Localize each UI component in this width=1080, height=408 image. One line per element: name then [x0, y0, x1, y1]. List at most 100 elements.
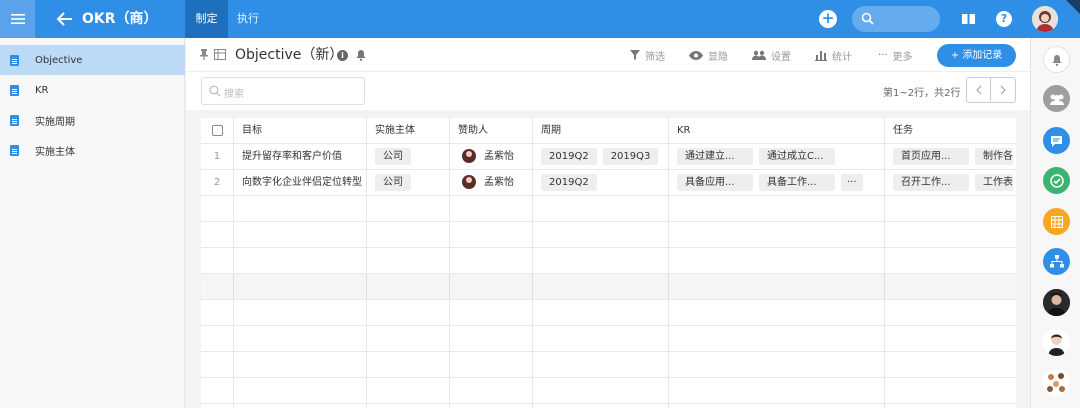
pagination-info: 第1~2行，共2行 — [883, 88, 961, 99]
sidebar-item-objective[interactable]: Objective — [0, 45, 185, 75]
entity-cell[interactable]: 公司 — [367, 170, 450, 196]
document-icon — [10, 84, 19, 96]
document-icon — [10, 54, 19, 66]
kr-cell[interactable]: 通过建立... 通过成立C... — [669, 144, 885, 170]
task-tag: 首页应用... — [893, 147, 969, 165]
column-header-entity[interactable]: 实施主体 — [367, 118, 450, 144]
highlighted-row — [201, 274, 1016, 299]
help-icon[interactable]: ? — [996, 11, 1012, 27]
document-icon — [10, 144, 19, 156]
menu-button[interactable] — [0, 0, 35, 38]
kr-cell[interactable]: 具备应用... 具备工作... ··· — [669, 170, 885, 196]
sponsor-name: 孟紫怡 — [484, 177, 514, 188]
info-icon[interactable]: i — [337, 50, 348, 61]
period-tag: 2019Q2 — [541, 147, 597, 165]
tab-execute[interactable]: 执行 — [228, 0, 268, 38]
notification-button[interactable] — [1043, 46, 1070, 73]
select-all-cell — [201, 118, 234, 144]
search-input[interactable]: 搜索 — [201, 77, 365, 105]
sidebar-item-kr[interactable]: KR — [0, 75, 185, 105]
show-hide-button[interactable]: 显隐 — [689, 48, 728, 63]
column-header-goal[interactable]: 目标 — [234, 118, 367, 144]
tab-design[interactable]: 制定 — [185, 0, 228, 38]
main-panel: Objective（新） i 筛选 显隐 设置 统计 ··· 更多 + 添加记录… — [186, 38, 1030, 408]
sidebar: Objective KR 实施周期 实施主体 — [0, 38, 185, 408]
stats-label: 统计 — [832, 51, 852, 63]
more-label: 更多 — [892, 51, 913, 63]
show-hide-label: 显隐 — [708, 51, 728, 63]
users-settings-icon — [752, 50, 766, 60]
contact-avatar[interactable] — [1043, 329, 1070, 356]
task-tag: 工作表 — [975, 173, 1013, 191]
chat-button[interactable] — [1043, 127, 1070, 154]
task-tag: 召开工作... — [893, 173, 969, 191]
search-placeholder: 搜索 — [224, 89, 244, 100]
kr-more-tag[interactable]: ··· — [841, 173, 863, 191]
settings-button[interactable]: 设置 — [752, 48, 791, 63]
book-icon[interactable] — [961, 11, 976, 26]
org-chart-icon — [1049, 255, 1064, 268]
filter-label: 筛选 — [645, 51, 665, 63]
kr-tag: 具备应用... — [677, 173, 753, 191]
contact-group-avatar[interactable] — [1043, 369, 1070, 396]
sponsor-cell[interactable]: 孟紫怡 — [450, 144, 533, 170]
prev-page-button[interactable] — [966, 77, 991, 103]
grid-calendar-icon — [1050, 215, 1063, 228]
goal-cell[interactable]: 向数字化企业伴侣定位转型 — [234, 170, 367, 196]
select-all-checkbox[interactable] — [211, 124, 223, 136]
hamburger-icon — [10, 14, 25, 24]
corner-marker — [1066, 0, 1080, 14]
sidebar-item-period[interactable]: 实施周期 — [0, 105, 185, 135]
filter-icon — [630, 50, 640, 60]
pin-icon[interactable] — [200, 49, 208, 60]
sidebar-item-label: 实施主体 — [35, 146, 75, 158]
view-title[interactable]: Objective（新） — [235, 46, 343, 64]
sponsor-avatar — [462, 175, 476, 189]
bell-icon[interactable] — [356, 49, 366, 61]
task-cell[interactable]: 首页应用... 制作各 — [885, 144, 1016, 170]
avatar[interactable] — [1032, 6, 1058, 32]
column-header-period[interactable]: 周期 — [533, 118, 669, 144]
add-record-button[interactable]: + 添加记录 — [937, 44, 1016, 67]
kr-tag: 通过建立... — [677, 147, 753, 165]
sponsor-cell[interactable]: 孟紫怡 — [450, 170, 533, 196]
group-icon — [1049, 94, 1064, 105]
sidebar-item-label: Objective — [35, 54, 83, 66]
org-chart-button[interactable] — [1043, 248, 1070, 275]
column-header-sponsor[interactable]: 赞助人 — [450, 118, 533, 144]
period-tag: 2019Q3 — [602, 147, 659, 165]
column-header-task[interactable]: 任务 — [885, 118, 1016, 144]
filter-button[interactable]: 筛选 — [630, 48, 665, 63]
goal-cell[interactable]: 提升留存率和客户价值 — [234, 144, 367, 170]
bar-chart-icon — [815, 50, 827, 61]
row-number: 2 — [201, 170, 234, 196]
back-arrow-icon[interactable] — [56, 10, 74, 28]
next-page-button[interactable] — [990, 77, 1016, 103]
grid-area: 目标 实施主体 赞助人 周期 KR 任务 1 提升留存率和客户价值 公司 孟紫怡… — [186, 110, 1030, 408]
stats-button[interactable]: 统计 — [815, 48, 852, 63]
sponsor-name: 孟紫怡 — [484, 151, 514, 162]
group-button[interactable] — [1043, 85, 1070, 112]
approval-button[interactable] — [1043, 167, 1070, 194]
calendar-button[interactable] — [1043, 208, 1070, 235]
entity-tag: 公司 — [375, 173, 411, 191]
global-search-input[interactable] — [852, 6, 940, 32]
right-rail — [1030, 38, 1080, 408]
period-tag: 2019Q2 — [541, 173, 597, 191]
sponsor-avatar — [462, 149, 476, 163]
sidebar-item-label: 实施周期 — [35, 116, 75, 128]
entity-cell[interactable]: 公司 — [367, 144, 450, 170]
contact-avatar[interactable] — [1043, 289, 1070, 316]
search-icon — [209, 85, 221, 97]
task-tag: 制作各 — [975, 147, 1013, 165]
more-button[interactable]: ··· 更多 — [878, 48, 913, 63]
column-header-kr[interactable]: KR — [669, 118, 885, 144]
settings-label: 设置 — [771, 51, 791, 63]
task-cell[interactable]: 召开工作... 工作表 — [885, 170, 1016, 196]
sidebar-item-entity[interactable]: 实施主体 — [0, 135, 185, 165]
period-cell[interactable]: 2019Q2 2019Q3 — [533, 144, 669, 170]
top-bar: OKR（商） 制定 执行 + ? — [0, 0, 1080, 38]
period-cell[interactable]: 2019Q2 — [533, 170, 669, 196]
add-icon[interactable]: + — [819, 10, 837, 28]
row-number: 1 — [201, 144, 234, 170]
